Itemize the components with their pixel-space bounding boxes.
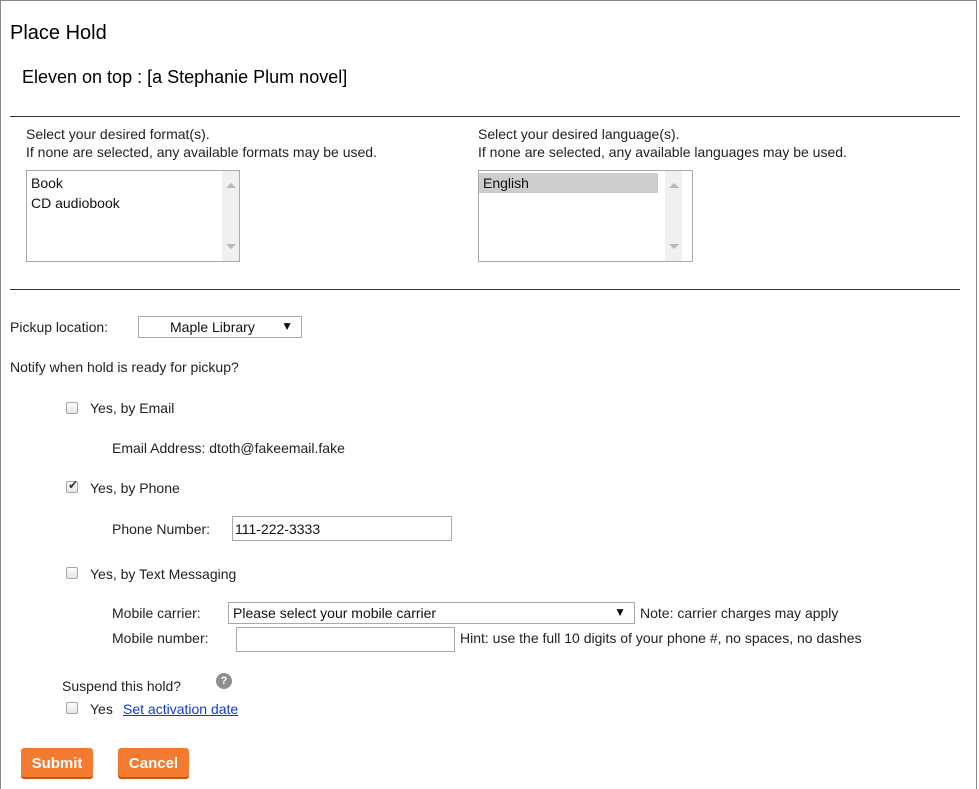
suspend-yes-label: Yes [90, 701, 113, 717]
dropdown-arrow-icon: ▼ [281, 319, 293, 333]
format-instruction: Select your desired format(s). [26, 126, 210, 142]
language-instruction: Select your desired language(s). [478, 126, 680, 142]
notify-text-checkbox[interactable] [66, 567, 78, 579]
phone-number-input[interactable] [232, 516, 452, 541]
mobile-number-input[interactable] [236, 627, 455, 652]
checkmark-icon: ✔ [68, 478, 79, 492]
pickup-location-label: Pickup location: [10, 319, 109, 335]
format-scrollbar[interactable] [222, 171, 239, 261]
pickup-location-value: Maple Library [170, 319, 255, 335]
carrier-note: Note: carrier charges may apply [640, 605, 839, 621]
mobile-carrier-value: Please select your mobile carrier [233, 605, 437, 621]
submit-button[interactable]: Submit [21, 748, 93, 779]
language-scrollbar[interactable] [665, 171, 682, 261]
cancel-button[interactable]: Cancel [118, 748, 189, 779]
dropdown-arrow-icon: ▼ [614, 605, 626, 619]
divider-middle [10, 289, 960, 290]
scroll-up-arrow-icon[interactable] [669, 183, 679, 188]
mobile-carrier-select[interactable]: Please select your mobile carrier ▼ [228, 602, 635, 624]
help-icon[interactable]: ? [216, 673, 232, 689]
mobile-carrier-label: Mobile carrier: [112, 605, 201, 621]
format-option-cd-audiobook[interactable]: CD audiobook [27, 193, 239, 213]
scroll-up-arrow-icon[interactable] [226, 183, 236, 188]
notify-phone-label: Yes, by Phone [90, 480, 180, 496]
phone-number-label: Phone Number: [112, 521, 211, 537]
notify-email-label: Yes, by Email [90, 400, 175, 416]
format-instruction-note: If none are selected, any available form… [26, 144, 377, 160]
scroll-down-arrow-icon[interactable] [226, 244, 236, 249]
suspend-yes-checkbox[interactable] [66, 702, 78, 714]
suspend-question: Suspend this hold? [62, 678, 182, 694]
notify-email-checkbox[interactable] [66, 402, 78, 414]
language-option-english[interactable]: English [479, 173, 658, 193]
notify-text-label: Yes, by Text Messaging [90, 566, 237, 582]
language-instruction-note: If none are selected, any available lang… [478, 144, 847, 160]
mobile-number-hint: Hint: use the full 10 digits of your pho… [460, 630, 862, 646]
scroll-down-arrow-icon[interactable] [669, 244, 679, 249]
page-title: Place Hold [10, 22, 107, 44]
language-listbox[interactable]: English [478, 170, 693, 262]
notify-phone-checkbox[interactable]: ✔ [66, 478, 79, 493]
email-address-text: Email Address: dtoth@fakeemail.fake [112, 440, 345, 456]
notify-question: Notify when hold is ready for pickup? [10, 359, 239, 375]
hold-panel [0, 0, 977, 789]
item-title: Eleven on top : [a Stephanie Plum novel] [22, 67, 348, 87]
divider-top [10, 116, 960, 117]
pickup-location-select[interactable]: Maple Library ▼ [138, 316, 302, 338]
set-activation-date-link[interactable]: Set activation date [123, 701, 238, 717]
mobile-number-label: Mobile number: [112, 630, 209, 646]
format-listbox[interactable]: Book CD audiobook [26, 170, 240, 262]
format-option-book[interactable]: Book [27, 173, 239, 193]
